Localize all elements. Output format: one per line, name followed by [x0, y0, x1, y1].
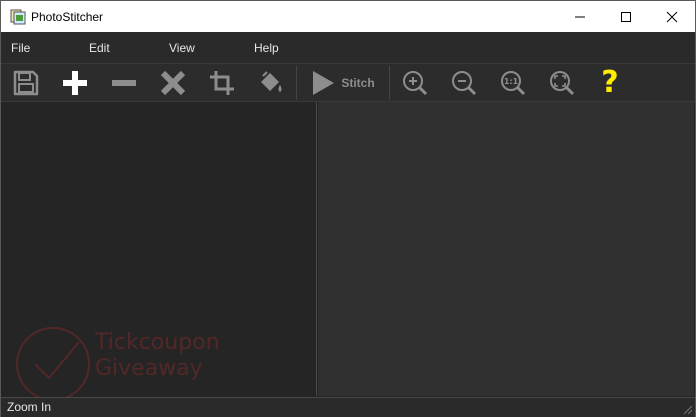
watermark-line2: Giveaway [95, 356, 203, 381]
maximize-icon [621, 11, 631, 22]
window-controls [557, 1, 695, 32]
zoom-fit-icon [550, 71, 575, 96]
stitch-button[interactable]: Stitch [307, 67, 379, 99]
actual-size-button[interactable]: 1:1 [497, 67, 529, 99]
photostitcher-app-icon [10, 9, 26, 25]
title-bar: PhotoStitcher [1, 1, 695, 32]
help-button[interactable]: ? [595, 67, 625, 99]
zoom-out-icon [452, 71, 477, 96]
crop-button[interactable] [205, 67, 239, 99]
watermark: Tickcoupon Giveaway [13, 324, 243, 404]
save-button[interactable] [9, 67, 43, 99]
minimize-icon [575, 16, 585, 17]
toolbar-separator [296, 66, 297, 100]
preview-canvas[interactable] [318, 102, 694, 396]
stitch-label: Stitch [341, 76, 375, 90]
zoom-fit-button[interactable] [546, 67, 578, 99]
toolbar: Stitch 1:1 ? [1, 63, 695, 102]
plus-icon [63, 71, 87, 95]
watermark-line1: Tickcoupon [95, 330, 220, 355]
close-icon [666, 11, 678, 22]
clear-button[interactable] [156, 67, 190, 99]
fill-button[interactable] [254, 67, 288, 99]
minus-icon [112, 80, 136, 86]
question-icon: ? [601, 65, 619, 100]
toolbar-separator [389, 66, 390, 100]
menu-file[interactable]: File [11, 41, 30, 55]
maximize-button[interactable] [603, 1, 649, 32]
paint-bucket-icon [261, 71, 282, 92]
resize-grip-icon[interactable] [681, 403, 693, 415]
zoom-out-button[interactable] [448, 67, 480, 99]
crop-icon [210, 71, 234, 95]
app-window: PhotoStitcher File Edit View Help Stitch… [0, 0, 696, 417]
zoom-in-button[interactable] [399, 67, 431, 99]
floppy-disk-icon [13, 70, 39, 96]
actual-size-label: 1:1 [504, 77, 519, 86]
play-icon [313, 71, 335, 95]
x-icon [160, 70, 186, 96]
remove-image-button[interactable] [107, 67, 141, 99]
menu-view[interactable]: View [169, 41, 195, 55]
status-bar: Zoom In [1, 397, 695, 417]
menu-bar: File Edit View Help [1, 32, 695, 63]
minimize-button[interactable] [557, 1, 603, 32]
status-text: Zoom In [7, 400, 52, 414]
window-title: PhotoStitcher [31, 9, 104, 24]
watermark-check-icon [16, 327, 90, 401]
menu-help[interactable]: Help [254, 41, 279, 55]
zoom-1to1-icon: 1:1 [501, 71, 526, 96]
close-button[interactable] [649, 1, 695, 32]
zoom-in-icon [403, 71, 428, 96]
menu-edit[interactable]: Edit [89, 41, 110, 55]
add-image-button[interactable] [58, 67, 92, 99]
